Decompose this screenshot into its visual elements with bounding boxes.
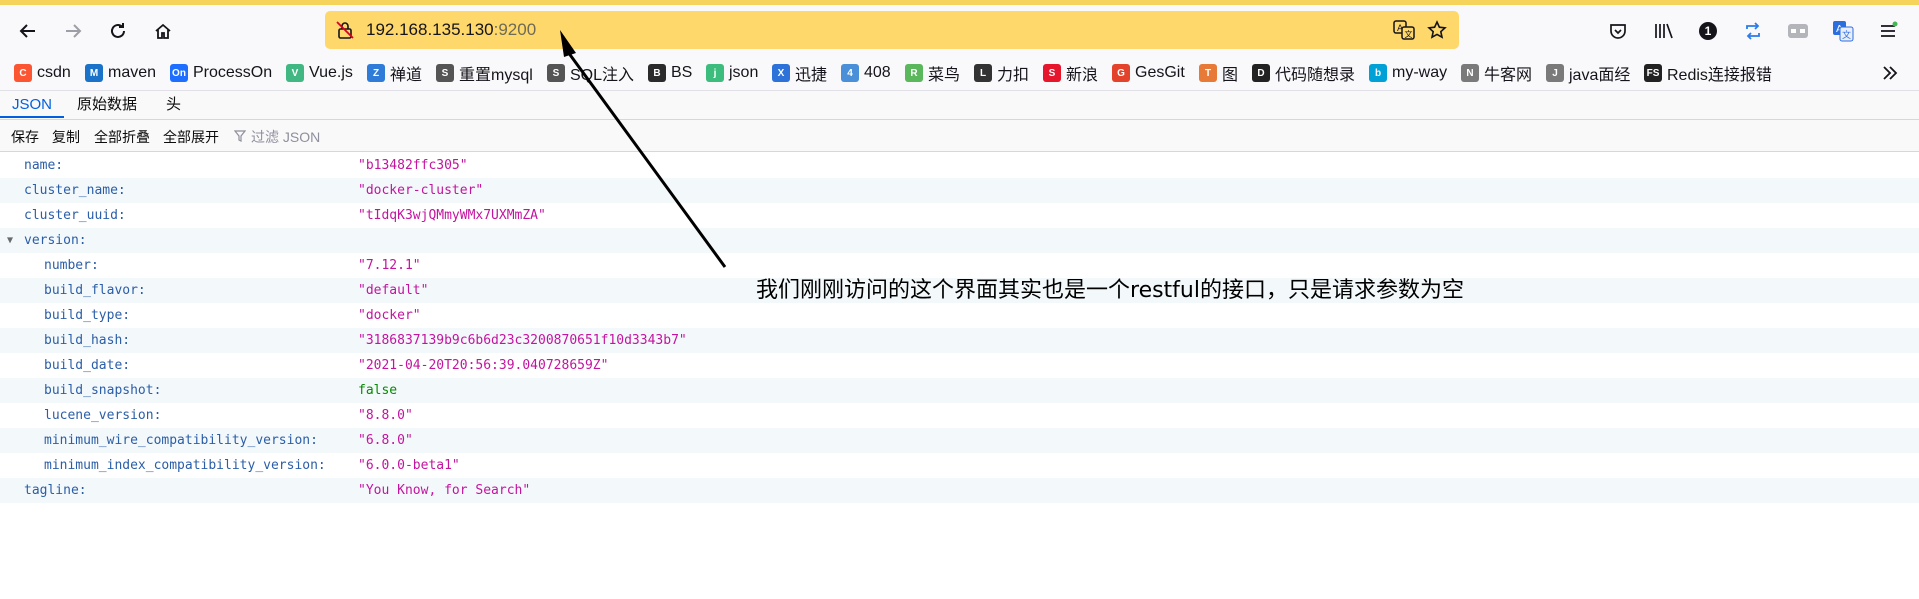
annotation-text: 我们刚刚访问的这个界面其实也是一个restful的接口，只是请求参数为空 bbox=[756, 278, 1464, 303]
